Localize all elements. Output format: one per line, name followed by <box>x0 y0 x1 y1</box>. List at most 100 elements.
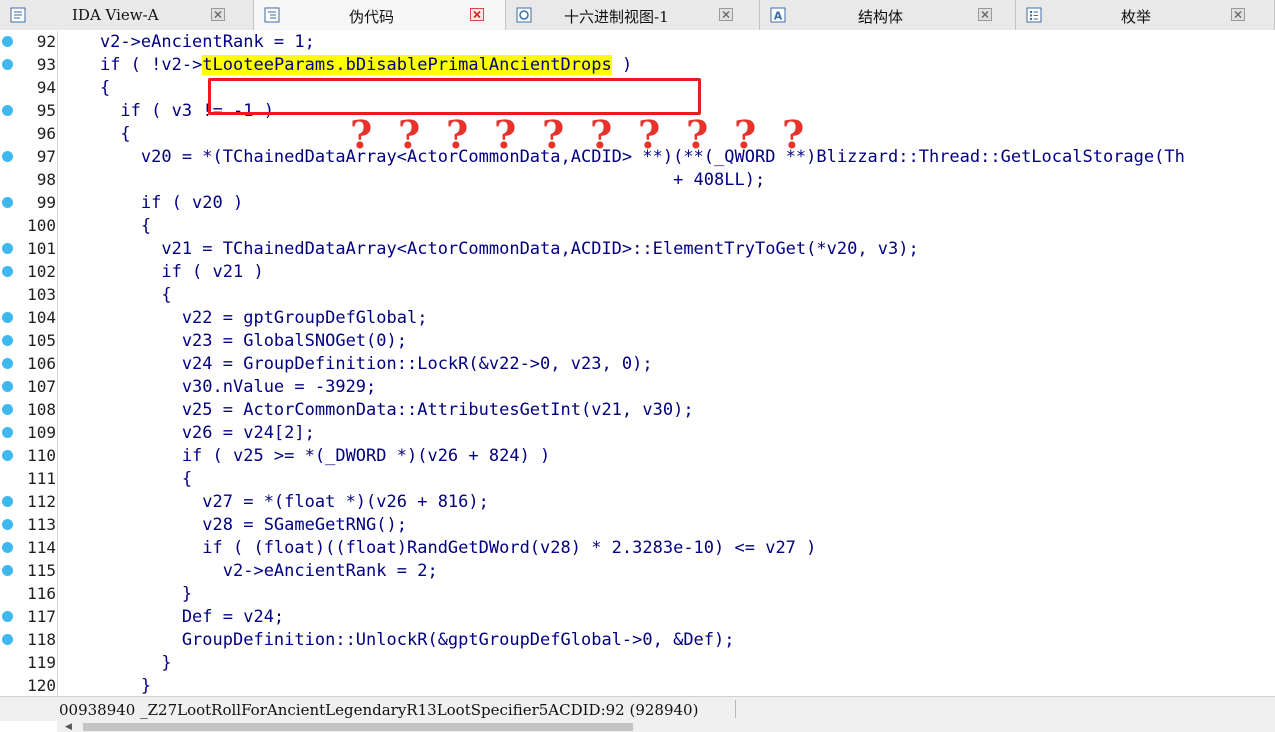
breakpoint-dot-icon[interactable] <box>2 427 13 438</box>
code-line[interactable]: 109 v26 = v24[2]; <box>0 422 1275 445</box>
code-line[interactable]: 92 v2->eAncientRank = 1; <box>0 31 1275 54</box>
code-text[interactable]: { <box>59 469 192 490</box>
code-text[interactable]: v2->eAncientRank = 2; <box>59 561 438 582</box>
breakpoint-dot-icon[interactable] <box>2 197 13 208</box>
close-icon[interactable] <box>719 8 733 21</box>
code-text[interactable]: if ( v20 ) <box>59 193 243 214</box>
code-line[interactable]: 99 if ( v20 ) <box>0 192 1275 215</box>
code-line[interactable]: 116 } <box>0 583 1275 606</box>
breakpoint-dot-icon[interactable] <box>2 266 13 277</box>
code-text[interactable]: v26 = v24[2]; <box>59 423 315 444</box>
line-number: 96 <box>36 124 56 143</box>
code-text[interactable]: v22 = gptGroupDefGlobal; <box>59 308 428 329</box>
tab-enums[interactable]: 枚举 <box>1016 0 1275 30</box>
code-text[interactable]: { <box>59 78 110 99</box>
horizontal-scrollbar[interactable]: ◀ <box>57 721 1275 732</box>
code-text[interactable]: { <box>59 216 151 237</box>
code-line[interactable]: 93 if ( !v2->tLooteeParams.bDisablePrima… <box>0 54 1275 77</box>
code-text[interactable]: v28 = SGameGetRNG(); <box>59 515 407 536</box>
breakpoint-dot-icon[interactable] <box>2 634 13 645</box>
tab-structures[interactable]: A 结构体 <box>760 0 1016 30</box>
code-line[interactable]: 103 { <box>0 284 1275 307</box>
code-text[interactable]: + 408LL); <box>59 170 765 191</box>
tab-hex-view[interactable]: 十六进制视图-1 <box>506 0 760 30</box>
code-line[interactable]: 114 if ( (float)((float)RandGetDWord(v28… <box>0 537 1275 560</box>
code-line[interactable]: 115 v2->eAncientRank = 2; <box>0 560 1275 583</box>
code-text[interactable]: v25 = ActorCommonData::AttributesGetInt(… <box>59 400 694 421</box>
code-text[interactable]: if ( v21 ) <box>59 262 263 283</box>
code-text[interactable]: v21 = TChainedDataArray<ActorCommonData,… <box>59 239 918 260</box>
code-line[interactable]: 107 v30.nValue = -3929; <box>0 376 1275 399</box>
code-text[interactable]: Def = v24; <box>59 607 284 628</box>
breakpoint-dot-icon[interactable] <box>2 542 13 553</box>
code-text[interactable]: { <box>59 124 130 145</box>
code-line[interactable]: 108 v25 = ActorCommonData::AttributesGet… <box>0 399 1275 422</box>
code-line[interactable]: 111 { <box>0 468 1275 491</box>
close-icon[interactable] <box>470 8 484 21</box>
breakpoint-dot-icon[interactable] <box>2 611 13 622</box>
line-number: 108 <box>27 400 56 419</box>
code-line[interactable]: 117 Def = v24; <box>0 606 1275 629</box>
breakpoint-dot-icon[interactable] <box>2 496 13 507</box>
breakpoint-dot-icon[interactable] <box>2 358 13 369</box>
code-text[interactable]: GroupDefinition::UnlockR(&gptGroupDefGlo… <box>59 630 735 651</box>
breakpoint-dot-icon[interactable] <box>2 151 13 162</box>
breakpoint-dot-icon[interactable] <box>2 59 13 70</box>
line-number: 109 <box>27 423 56 442</box>
tab-label: 十六进制视图-1 <box>564 8 669 26</box>
code-line[interactable]: 105 v23 = GlobalSNOGet(0); <box>0 330 1275 353</box>
code-line[interactable]: 98 + 408LL); <box>0 169 1275 192</box>
code-text[interactable]: } <box>59 676 151 696</box>
line-number: 93 <box>36 55 56 74</box>
code-text[interactable]: } <box>59 653 171 674</box>
code-text[interactable]: if ( v25 >= *(_DWORD *)(v26 + 824) ) <box>59 446 550 467</box>
breakpoint-dot-icon[interactable] <box>2 243 13 254</box>
code-text[interactable]: v2->eAncientRank = 1; <box>59 32 315 53</box>
scrollbar-thumb[interactable] <box>83 723 633 731</box>
code-text[interactable]: v30.nValue = -3929; <box>59 377 376 398</box>
scroll-left-icon[interactable]: ◀ <box>65 722 72 732</box>
code-text[interactable]: if ( !v2->tLooteeParams.bDisablePrimalAn… <box>59 55 632 76</box>
breakpoint-dot-icon[interactable] <box>2 404 13 415</box>
code-line[interactable]: 101 v21 = TChainedDataArray<ActorCommonD… <box>0 238 1275 261</box>
pseudocode-view[interactable]: 92 v2->eAncientRank = 1; 93 if ( !v2->tLo… <box>0 31 1275 696</box>
pseudocode-icon <box>264 7 280 23</box>
tab-pseudocode[interactable]: 伪代码 <box>254 0 506 30</box>
code-text[interactable]: } <box>59 584 192 605</box>
code-line[interactable]: 113 v28 = SGameGetRNG(); <box>0 514 1275 537</box>
line-number: 111 <box>27 469 56 488</box>
tab-ida-view-a[interactable]: IDA View-A <box>0 0 254 30</box>
close-icon[interactable] <box>978 8 992 21</box>
line-number: 92 <box>36 32 56 51</box>
code-text[interactable]: v27 = *(float *)(v26 + 816); <box>59 492 489 513</box>
code-line[interactable]: 119 } <box>0 652 1275 675</box>
code-text[interactable]: if ( (float)((float)RandGetDWord(v28) * … <box>59 538 816 559</box>
code-line[interactable]: 120 } <box>0 675 1275 696</box>
code-line[interactable]: 118 GroupDefinition::UnlockR(&gptGroupDe… <box>0 629 1275 652</box>
code-line[interactable]: 102 if ( v21 ) <box>0 261 1275 284</box>
breakpoint-dot-icon[interactable] <box>2 36 13 47</box>
code-text[interactable]: { <box>59 285 171 306</box>
close-icon[interactable] <box>211 8 225 21</box>
code-line[interactable]: 112 v27 = *(float *)(v26 + 816); <box>0 491 1275 514</box>
close-icon[interactable] <box>1231 8 1245 21</box>
code-line[interactable]: 100 { <box>0 215 1275 238</box>
question-mark: ? <box>446 112 469 157</box>
line-number: 110 <box>27 446 56 465</box>
code-text[interactable]: v23 = GlobalSNOGet(0); <box>59 331 407 352</box>
code-line[interactable]: 106 v24 = GroupDefinition::LockR(&v22->0… <box>0 353 1275 376</box>
breakpoint-dot-icon[interactable] <box>2 312 13 323</box>
breakpoint-dot-icon[interactable] <box>2 335 13 346</box>
line-number: 95 <box>36 101 56 120</box>
breakpoint-dot-icon[interactable] <box>2 565 13 576</box>
breakpoint-dot-icon[interactable] <box>2 450 13 461</box>
breakpoint-dot-icon[interactable] <box>2 519 13 530</box>
code-text[interactable]: v24 = GroupDefinition::LockR(&v22->0, v2… <box>59 354 653 375</box>
breakpoint-dot-icon[interactable] <box>2 105 13 116</box>
highlighted-identifier[interactable]: tLooteeParams.bDisablePrimalAncientDrops <box>202 55 612 75</box>
line-number: 94 <box>36 78 56 97</box>
code-line[interactable]: 104 v22 = gptGroupDefGlobal; <box>0 307 1275 330</box>
breakpoint-dot-icon[interactable] <box>2 381 13 392</box>
code-line[interactable]: 110 if ( v25 >= *(_DWORD *)(v26 + 824) ) <box>0 445 1275 468</box>
